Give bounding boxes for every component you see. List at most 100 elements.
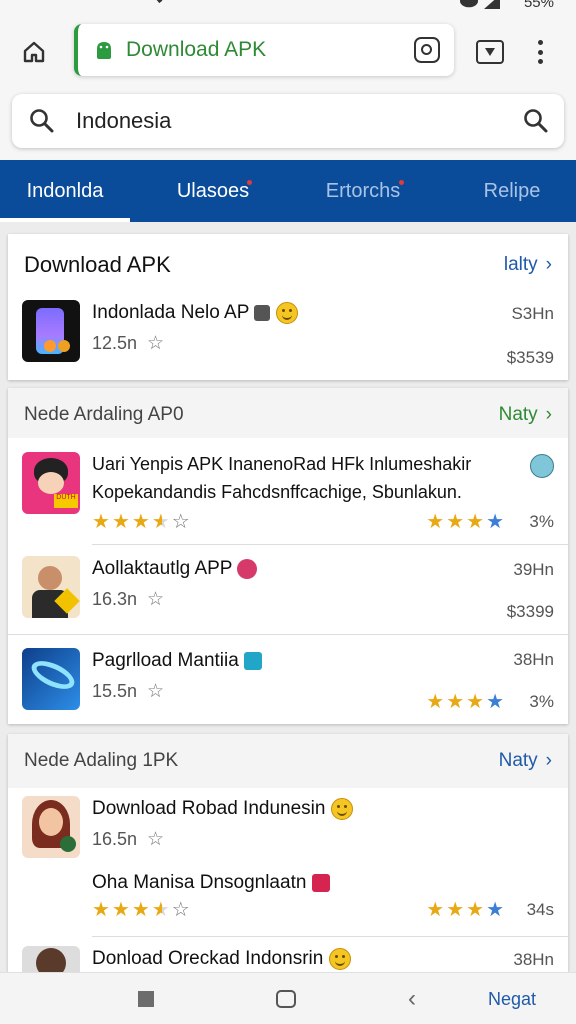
rating-stars: ★ ★ ★ ★ ☆ (92, 899, 190, 921)
list-item[interactable]: Pagrlload Mantiia 15.5n ☆ 38Hn ★ ★ ★ ★ 3% (8, 636, 568, 724)
rating-stars-right: ★ ★ ★ ★ (426, 511, 504, 533)
section-more-link[interactable]: lalty › (504, 254, 552, 276)
avatar-emoji-icon (530, 454, 554, 478)
smile-emoji-icon (330, 798, 353, 820)
section-nede-ardaling: Nede Ardaling AP0 Naty › DUTH Uari Yenpi… (8, 388, 568, 724)
rating-stars-right: ★ ★ ★ ★ (426, 691, 504, 713)
overflow-menu-button[interactable] (530, 36, 550, 68)
app-right-top: 38Hn (513, 950, 554, 969)
divider (92, 544, 568, 545)
section-title: Nede Adaling 1PK (24, 750, 179, 771)
app-name: Indonlada Nelo AP (92, 302, 298, 324)
rating-stars-right: ★ ★ ★ ★ (426, 899, 504, 921)
app-icon (22, 556, 80, 618)
app-icon (22, 300, 80, 362)
list-item[interactable]: Oha Manisa Dnsognlaatn ★ ★ ★ ★ ☆ ★ ★ ★ ★ 34s (8, 866, 568, 932)
section-header: Nede Adaling 1PK Naty › (8, 734, 568, 788)
search-row: Indonesia (0, 88, 576, 160)
notch-icon (139, 0, 163, 13)
category-tabs: Indonlda Ulasoes Ertorchs Relipe (0, 160, 576, 222)
search-query: Indonesia (76, 108, 172, 133)
tab-relipe[interactable]: Relipe (452, 160, 572, 222)
app-name: Oha Manisa Dnsognlaatn (92, 872, 330, 894)
list-item[interactable]: Donload Oreckad Indonsrin 38Hn (8, 938, 568, 972)
back-button[interactable]: ‹ (408, 987, 416, 1011)
app-right-bottom: $3539 (506, 348, 554, 367)
app-size: 15.5n ☆ (92, 681, 165, 702)
app-icon (22, 946, 80, 972)
chevron-right-icon: › (545, 750, 552, 771)
android-icon (92, 38, 116, 62)
section-download-apk: Download APK lalty › Indonlada Nelo AP 1… (8, 234, 568, 380)
flag-icon (311, 873, 330, 892)
app-name: Donload Oreckad Indonsrin (92, 948, 351, 970)
browser-toolbar: Download APK (0, 14, 576, 88)
divider (92, 936, 568, 937)
search-icon (28, 107, 56, 135)
system-nav-bar: ‹ Negat (0, 972, 576, 1024)
pin-icon (237, 558, 258, 579)
list-item[interactable]: DUTH Uari Yenpis APK InanenoRad HFk Inlu… (8, 444, 568, 542)
notification-dot (247, 180, 252, 185)
app-name: Uari Yenpis APK InanenoRad HFk Inlumesha… (92, 454, 472, 474)
star-outline-icon: ☆ (147, 829, 165, 850)
bookmark-icon (244, 651, 263, 670)
signal-icon (484, 0, 500, 9)
list-item[interactable]: Indonlada Nelo AP 12.5n ☆ S3Hn $3539 (8, 296, 568, 380)
app-name: Aollaktautlg APP (92, 558, 258, 580)
app-right-top: S3Hn (511, 304, 554, 323)
app-icon (22, 648, 80, 710)
download-icon (485, 48, 495, 56)
app-right-top: 39Hn (513, 560, 554, 579)
instagram-icon[interactable] (414, 37, 440, 63)
nav-right-link[interactable]: Negat (488, 989, 536, 1010)
list-item[interactable]: Aollaktautlg APP 16.3n ☆ 39Hn $3399 (8, 546, 568, 634)
app-size: 16.5n ☆ (92, 829, 165, 850)
chevron-right-icon: › (545, 254, 552, 275)
robot-icon (254, 305, 271, 321)
rating-value: 3% (529, 692, 554, 711)
section-more-link[interactable]: Naty › (499, 404, 552, 426)
tabs-button[interactable] (476, 40, 504, 64)
tab-indonlda[interactable]: Indonlda (0, 160, 130, 222)
section-more-link[interactable]: Naty › (499, 750, 552, 772)
section-nede-adaling: Nede Adaling 1PK Naty › Download Robad I… (8, 734, 568, 972)
tab-ertorchs[interactable]: Ertorchs (298, 160, 428, 222)
section-title: Download APK (24, 252, 171, 277)
smile-emoji-icon (275, 302, 298, 324)
search-input[interactable]: Indonesia (12, 94, 564, 148)
chevron-right-icon: › (545, 404, 552, 425)
app-icon (22, 796, 80, 858)
section-header: Download APK lalty › (8, 234, 568, 294)
address-bar[interactable]: Download APK (74, 24, 454, 76)
rating-stars: ★ ★ ★ ★ ☆ (92, 511, 190, 533)
home-button[interactable] (18, 36, 50, 68)
home-icon (23, 41, 45, 63)
app-size: 16.3n ☆ (92, 589, 165, 610)
list-item[interactable]: Download Robad Indunesin 16.5n ☆ (8, 794, 568, 858)
home-nav-button[interactable] (276, 990, 296, 1008)
app-name: Pagrlload Mantiia (92, 650, 263, 672)
battery-text: 55% (523, 0, 554, 11)
tab-ulasoes[interactable]: Ulasoes (150, 160, 276, 222)
star-outline-icon: ☆ (147, 681, 165, 702)
section-title: Nede Ardaling AP0 (24, 404, 184, 425)
app-description: Kopekandandis Fahcdsnffcachige, Sbunlaku… (92, 482, 462, 502)
status-bar: 55% (0, 0, 576, 14)
app-right-bottom: $3399 (506, 602, 554, 621)
search-submit-icon[interactable] (522, 107, 550, 135)
app-name: Download Robad Indunesin (92, 798, 353, 820)
star-outline-icon: ☆ (147, 333, 165, 354)
star-outline-icon: ☆ (147, 589, 165, 610)
divider (8, 634, 568, 635)
recents-button[interactable] (138, 991, 154, 1007)
wifi-icon (460, 0, 478, 8)
rating-value: 3% (529, 512, 554, 531)
notification-dot (399, 180, 404, 185)
app-icon: DUTH (22, 452, 80, 514)
rating-value: 34s (526, 900, 554, 919)
smile-emoji-icon (328, 948, 351, 970)
app-size: 12.5n ☆ (92, 333, 165, 354)
url-title: Download APK (126, 38, 267, 61)
app-right-top: 38Hn (513, 650, 554, 669)
